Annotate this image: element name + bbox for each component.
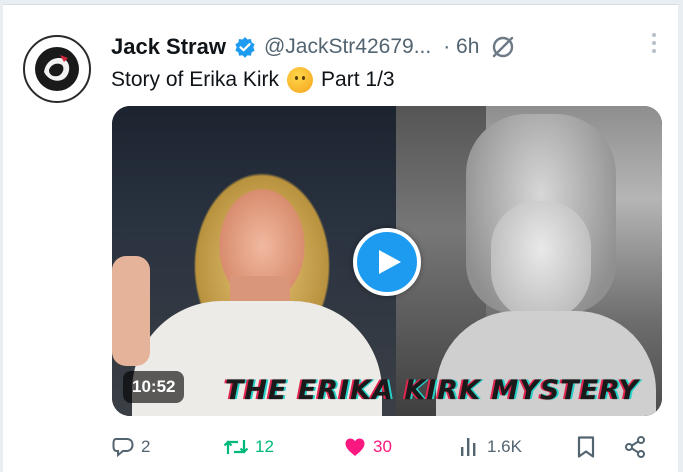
- thinking-face-icon: [287, 67, 314, 93]
- author-name[interactable]: Jack Straw: [111, 34, 226, 60]
- like-count: 30: [373, 437, 392, 456]
- tweet-header: Jack Straw @JackStr42679... · 6h: [111, 29, 658, 65]
- heart-icon: [345, 438, 365, 456]
- reply-icon: [112, 438, 134, 458]
- repost-count: 12: [255, 437, 274, 456]
- share-button[interactable]: [623, 435, 647, 459]
- bookmark-icon: [577, 436, 595, 458]
- repost-button[interactable]: 12: [223, 435, 274, 459]
- page: Jack Straw @JackStr42679... · 6h Story o…: [0, 0, 683, 472]
- views-icon: [461, 438, 476, 456]
- avatar-logo-icon: [35, 47, 79, 91]
- video-thumbnail-right: [396, 106, 662, 416]
- grok-icon[interactable]: [489, 33, 517, 61]
- tweet-text-main: Story of Erika Kirk: [111, 68, 280, 91]
- video-player[interactable]: THE ERIKA KIRK MYSTERY 10:52: [112, 106, 662, 416]
- views-button[interactable]: 1.6K: [459, 435, 522, 459]
- tweet-time[interactable]: · 6h: [443, 35, 479, 59]
- more-options-icon[interactable]: [652, 33, 656, 53]
- tweet-actions: 2 12 30 1.6K: [111, 435, 654, 465]
- video-duration-badge: 10:52: [123, 371, 185, 403]
- bookmark-button[interactable]: [575, 435, 597, 459]
- tweet-card[interactable]: Jack Straw @JackStr42679... · 6h Story o…: [3, 4, 678, 472]
- reply-count: 2: [141, 437, 151, 456]
- views-count: 1.6K: [487, 437, 522, 456]
- share-icon: [625, 436, 645, 458]
- author-handle[interactable]: @JackStr42679...: [264, 35, 431, 59]
- reply-button[interactable]: 2: [111, 435, 150, 459]
- tweet-text-suffix: Part 1/3: [321, 68, 395, 91]
- avatar[interactable]: [23, 35, 91, 103]
- play-icon[interactable]: [353, 228, 421, 296]
- like-button[interactable]: 30: [343, 435, 392, 459]
- verified-badge-icon: [234, 36, 256, 58]
- repost-icon: [223, 440, 249, 454]
- tweet-text: Story of Erika Kirk Part 1/3: [111, 67, 395, 93]
